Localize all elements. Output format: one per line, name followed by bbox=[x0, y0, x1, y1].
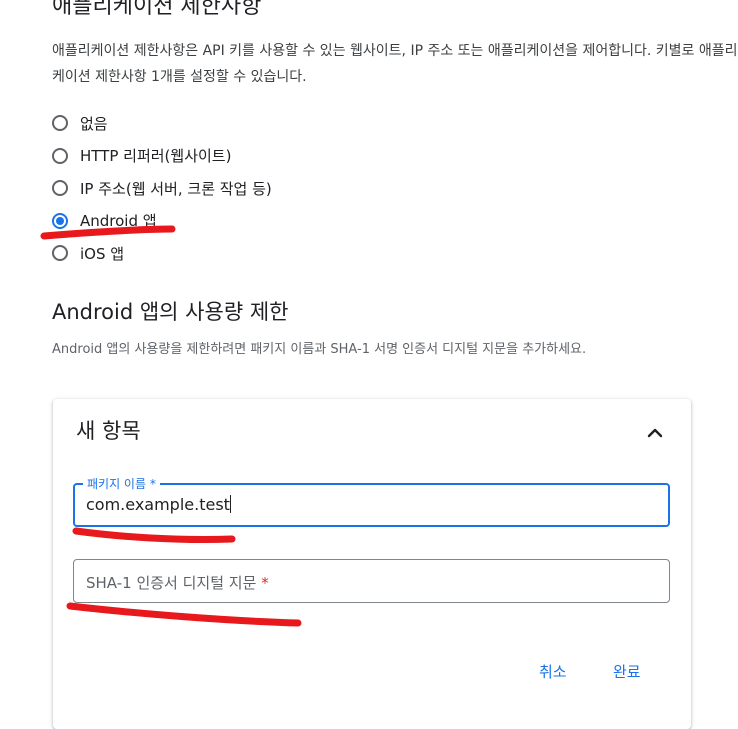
restriction-radio-group: 없음 HTTP 리퍼러(웹사이트) IP 주소(웹 서버, 크론 작업 등) A… bbox=[52, 107, 272, 270]
radio-label: IP 주소(웹 서버, 크론 작업 등) bbox=[80, 179, 272, 198]
radio-label: iOS 앱 bbox=[80, 244, 125, 263]
radio-option-none[interactable]: 없음 bbox=[52, 107, 272, 140]
required-mark: * bbox=[261, 574, 269, 592]
required-mark: * bbox=[149, 477, 156, 491]
radio-option-ip-address[interactable]: IP 주소(웹 서버, 크론 작업 등) bbox=[52, 172, 272, 205]
cancel-button[interactable]: 취소 bbox=[531, 657, 575, 686]
package-name-field[interactable]: 패키지 이름 * com.example.test bbox=[73, 475, 670, 527]
radio-option-http-referrer[interactable]: HTTP 리퍼러(웹사이트) bbox=[52, 140, 272, 173]
new-item-card: 새 항목 패키지 이름 * com.example.test SHA-1 인증서… bbox=[53, 399, 691, 729]
sha1-fingerprint-label-text: SHA-1 인증서 디지털 지문 bbox=[86, 574, 257, 592]
radio-label: HTTP 리퍼러(웹사이트) bbox=[80, 147, 232, 166]
card-title: 새 항목 bbox=[76, 419, 141, 443]
package-name-label-text: 패키지 이름 bbox=[87, 477, 147, 491]
chevron-up-icon bbox=[647, 428, 663, 438]
section-title: 애플리케이션 제한사항 bbox=[52, 0, 262, 19]
done-button[interactable]: 완료 bbox=[605, 657, 649, 686]
radio-label: Android 앱 bbox=[80, 212, 157, 231]
text-caret bbox=[229, 495, 231, 513]
radio-button-checked[interactable] bbox=[52, 212, 68, 229]
radio-button[interactable] bbox=[52, 115, 68, 132]
radio-button[interactable] bbox=[52, 180, 68, 197]
radio-option-android[interactable]: Android 앱 bbox=[52, 205, 272, 238]
radio-option-ios[interactable]: iOS 앱 bbox=[52, 237, 272, 270]
radio-button[interactable] bbox=[52, 245, 68, 262]
radio-label: 없음 bbox=[80, 114, 108, 133]
android-section-title: Android 앱의 사용량 제한 bbox=[52, 300, 289, 324]
package-name-value: com.example.test bbox=[86, 495, 230, 514]
android-section-description: Android 앱의 사용량을 제한하려면 패키지 이름과 SHA-1 서명 인… bbox=[52, 342, 587, 357]
section-description: 애플리케이션 제한사항은 API 키를 사용할 수 있는 웹사이트, IP 주소… bbox=[52, 43, 738, 85]
package-name-label: 패키지 이름 * bbox=[83, 475, 160, 492]
sha1-fingerprint-field[interactable]: SHA-1 인증서 디지털 지문 * bbox=[73, 559, 670, 603]
collapse-button[interactable] bbox=[643, 421, 667, 445]
package-name-input[interactable]: com.example.test bbox=[86, 495, 231, 514]
radio-button[interactable] bbox=[52, 147, 68, 164]
sha1-fingerprint-label: SHA-1 인증서 디지털 지문 * bbox=[86, 572, 269, 593]
